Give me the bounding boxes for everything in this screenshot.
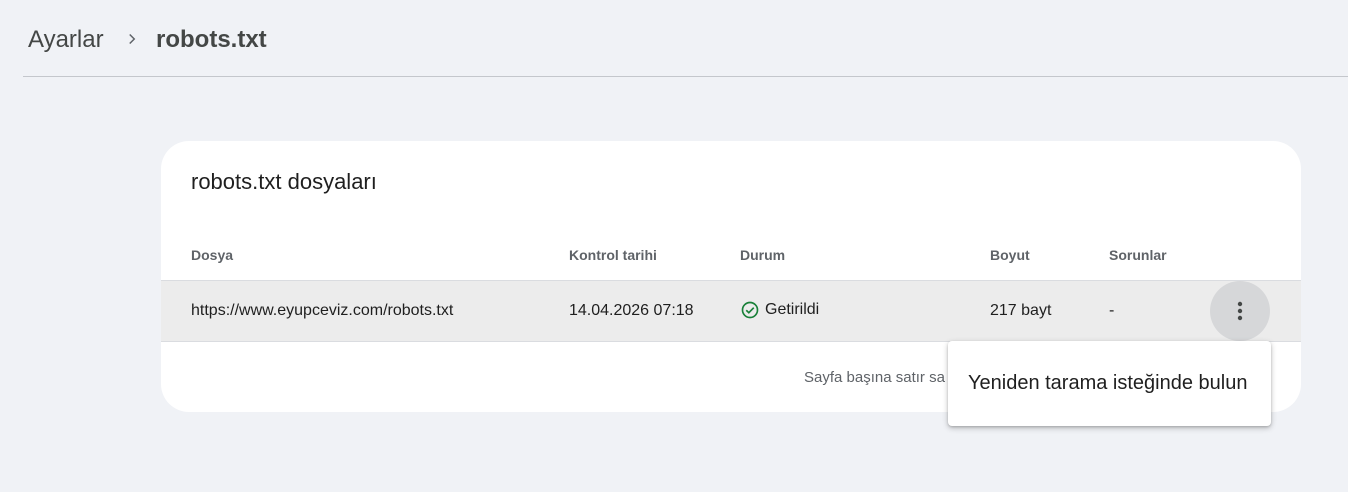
chevron-right-icon [129, 33, 136, 45]
more-vert-icon [1237, 301, 1243, 321]
column-header-size: Boyut [990, 247, 1030, 263]
column-header-file: Dosya [191, 247, 234, 263]
card-title: robots.txt dosyaları [191, 169, 377, 194]
table-row[interactable]: https://www.eyupceviz.com/robots.txt 14.… [161, 280, 1301, 342]
column-header-checked: Kontrol tarihi [569, 247, 657, 263]
breadcrumb-parent-link[interactable]: Ayarlar [28, 26, 104, 54]
file-url-cell: https://www.eyupceviz.com/robots.txt [191, 302, 454, 319]
column-header-issues: Sorunlar [1109, 247, 1167, 263]
rows-per-page-label: Sayfa başına satır sa [804, 369, 945, 386]
column-header-status: Durum [740, 247, 786, 263]
issues-cell: - [1109, 302, 1115, 319]
breadcrumb-current: robots.txt [156, 26, 267, 53]
check-circle-icon [741, 301, 759, 319]
checked-date-cell: 14.04.2026 07:18 [569, 302, 694, 319]
status-text: Getirildi [765, 301, 820, 318]
menu-item-request-recrawl[interactable]: Yeniden tarama isteğinde bulun [968, 372, 1247, 395]
size-cell: 217 bayt [990, 302, 1052, 319]
page-header: Ayarlar robots.txt [23, 0, 1348, 77]
row-context-menu: Yeniden tarama isteğinde bulun [948, 341, 1271, 426]
more-options-button[interactable] [1210, 281, 1270, 341]
status-cell: Getirildi [740, 300, 819, 320]
